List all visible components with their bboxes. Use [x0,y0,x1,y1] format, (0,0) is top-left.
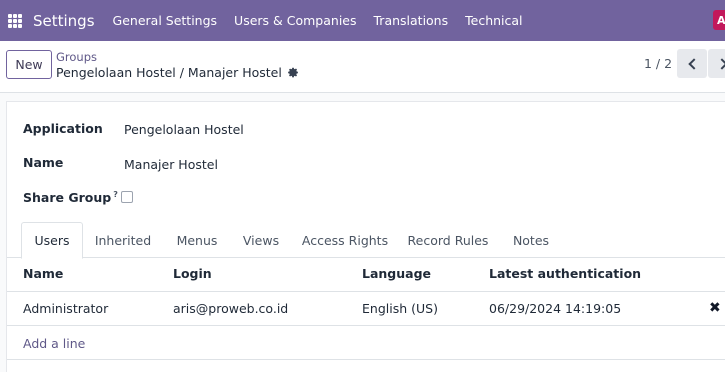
table-cell-login[interactable]: aris@proweb.co.id [173,301,288,316]
menu-technical[interactable]: Technical [465,13,522,28]
pager-value[interactable]: 1 / 2 [644,56,672,71]
name-field[interactable]: Manajer Hostel [124,157,218,172]
tab-access-rights[interactable]: Access Rights [299,222,391,258]
table-footer-divider [7,359,725,360]
share-group-label: Share Group? [23,190,118,205]
column-header-name[interactable]: Name [23,266,63,281]
column-header-language[interactable]: Language [362,266,431,281]
new-button[interactable]: New [6,50,52,79]
menu-translations[interactable]: Translations [374,13,449,28]
tab-record-rules[interactable]: Record Rules [403,222,493,258]
record-title: Pengelolaan Hostel / Manajer Hostel [56,65,282,80]
table-cell-name[interactable]: Administrator [23,301,108,316]
chevron-right-icon [715,57,725,70]
help-tooltip-icon[interactable]: ? [113,190,118,199]
pager-previous-button[interactable] [677,49,707,78]
table-header-divider [7,291,725,292]
apps-menu-icon[interactable] [8,13,22,28]
menu-users-companies[interactable]: Users & Companies [234,13,356,28]
notebook-tabs: Users Inherited Menus Views Access Right… [7,222,725,259]
breadcrumb-groups-link[interactable]: Groups [56,50,97,64]
chevron-left-icon [687,57,700,70]
delete-row-icon[interactable]: ✖ [709,301,721,315]
form-sheet: Application Pengelolaan Hostel Name Mana… [6,101,725,372]
tab-inherited[interactable]: Inherited [87,222,159,258]
application-field[interactable]: Pengelolaan Hostel [124,122,244,137]
name-label: Name [23,155,64,170]
column-header-login[interactable]: Login [173,266,212,281]
application-label: Application [23,121,103,136]
top-navbar: Settings General Settings Users & Compan… [0,0,725,41]
share-group-checkbox[interactable] [121,191,133,203]
app-title[interactable]: Settings [33,12,95,30]
user-avatar[interactable]: A [713,10,725,30]
table-cell-latest-authentication[interactable]: 06/29/2024 14:19:05 [489,301,621,316]
table-row-divider [7,325,725,326]
tab-views[interactable]: Views [233,222,289,258]
pager-next-button[interactable] [708,49,725,78]
column-header-latest-authentication[interactable]: Latest authentication [489,266,641,281]
main-menu: General Settings Users & Companies Trans… [113,13,540,28]
gear-icon[interactable] [287,67,299,78]
add-line-link[interactable]: Add a line [23,336,85,351]
tab-users[interactable]: Users [21,222,83,259]
table-cell-language[interactable]: English (US) [362,301,438,316]
share-group-label-text: Share Group [23,190,112,205]
control-panel: New Groups Pengelolaan Hostel / Manajer … [0,41,725,93]
menu-general-settings[interactable]: General Settings [113,13,218,28]
breadcrumb-current: Pengelolaan Hostel / Manajer Hostel [56,65,299,80]
tab-notes[interactable]: Notes [505,222,557,258]
tab-menus[interactable]: Menus [167,222,227,258]
